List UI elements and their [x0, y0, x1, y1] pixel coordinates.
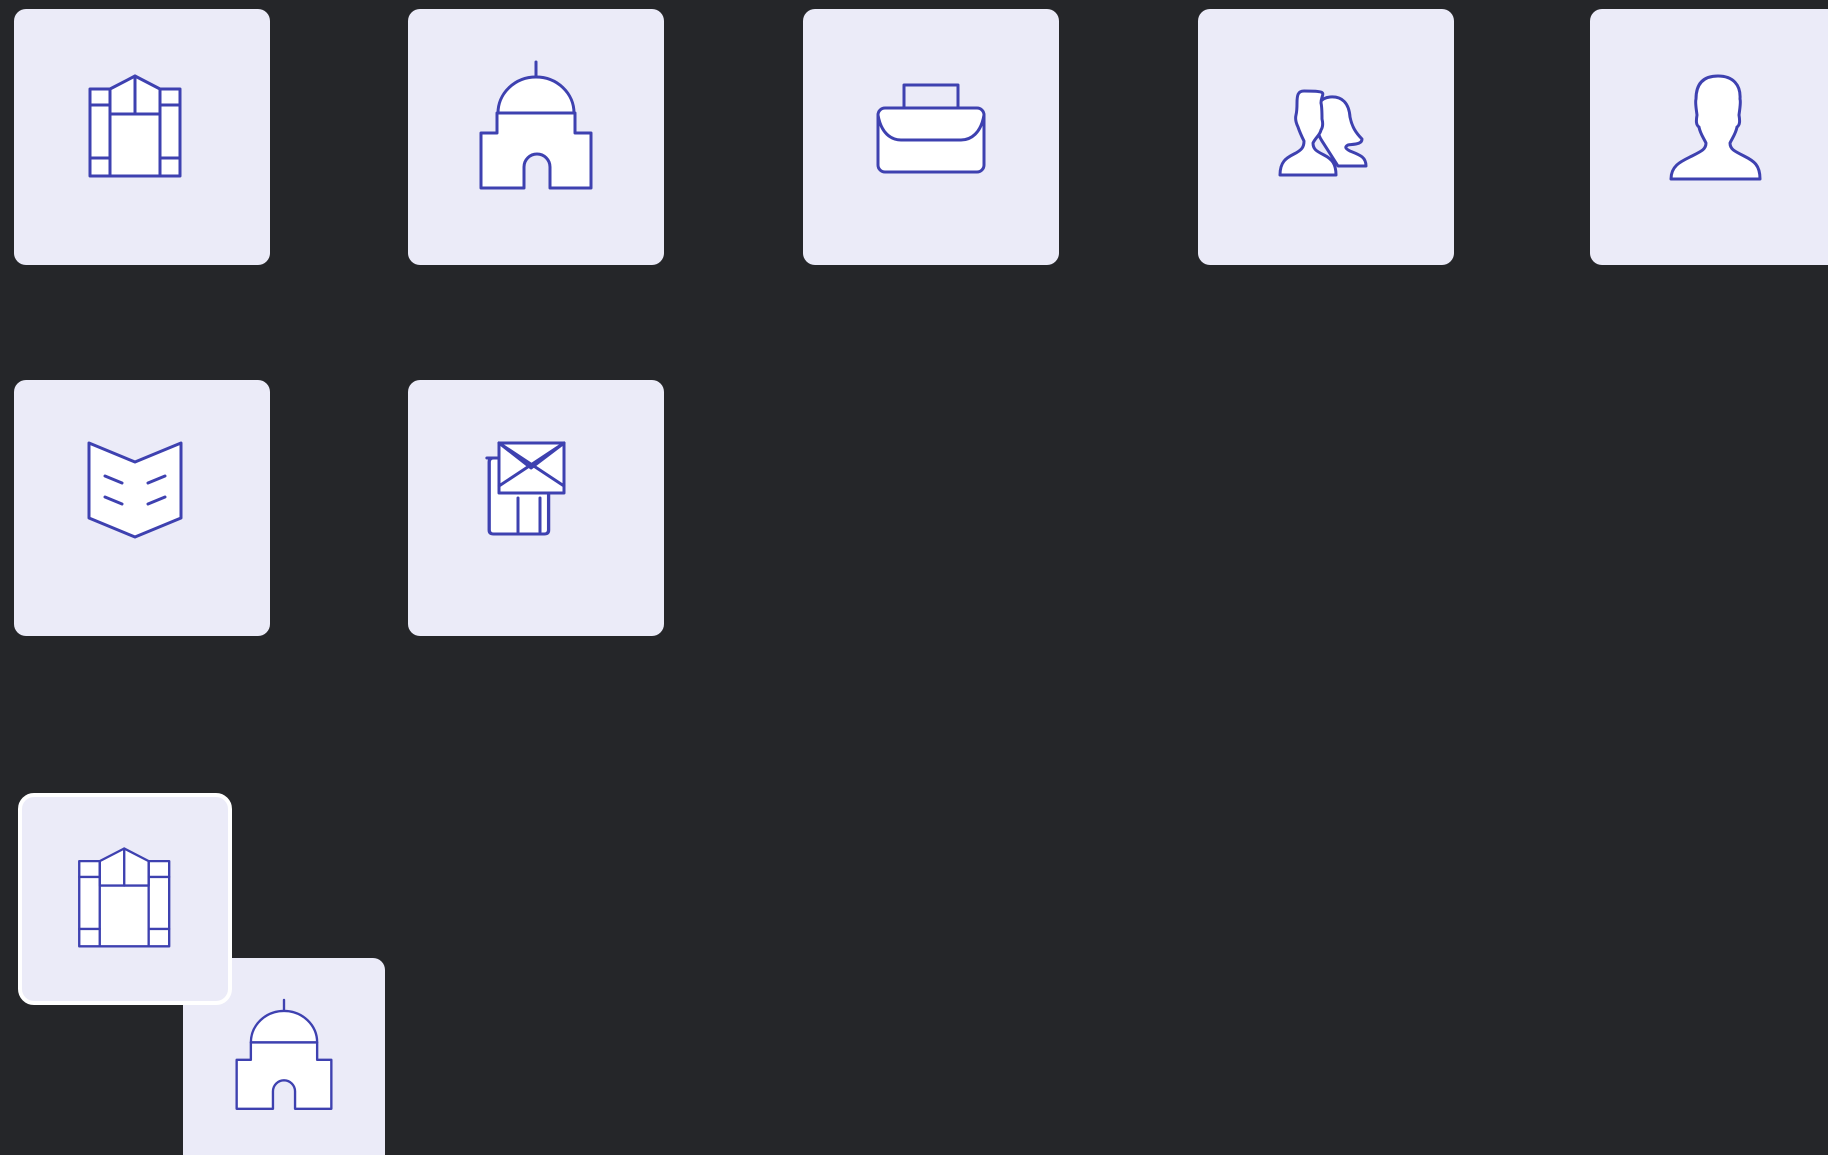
- user-group-icon: [1278, 89, 1368, 177]
- building-columns-icon: [88, 74, 182, 178]
- icon-tile-user[interactable]: [1590, 9, 1828, 265]
- user-icon: [1669, 74, 1762, 181]
- open-book-icon: [87, 441, 183, 539]
- icon-tile-building-columns[interactable]: [14, 9, 270, 265]
- icon-tile-open-book[interactable]: [14, 380, 270, 636]
- mail-building-icon: [485, 441, 566, 536]
- icon-tile-user-group[interactable]: [1198, 9, 1454, 265]
- drag-preview-building-columns[interactable]: [18, 793, 232, 1005]
- briefcase-icon: [876, 83, 986, 174]
- domed-building-icon: [479, 60, 593, 190]
- icon-picker-canvas: [0, 0, 1828, 1155]
- icon-tile-mail-building[interactable]: [408, 380, 664, 636]
- icon-tile-domed-building[interactable]: [408, 9, 664, 265]
- icon-tile-briefcase[interactable]: [803, 9, 1059, 265]
- building-columns-icon: [78, 847, 171, 948]
